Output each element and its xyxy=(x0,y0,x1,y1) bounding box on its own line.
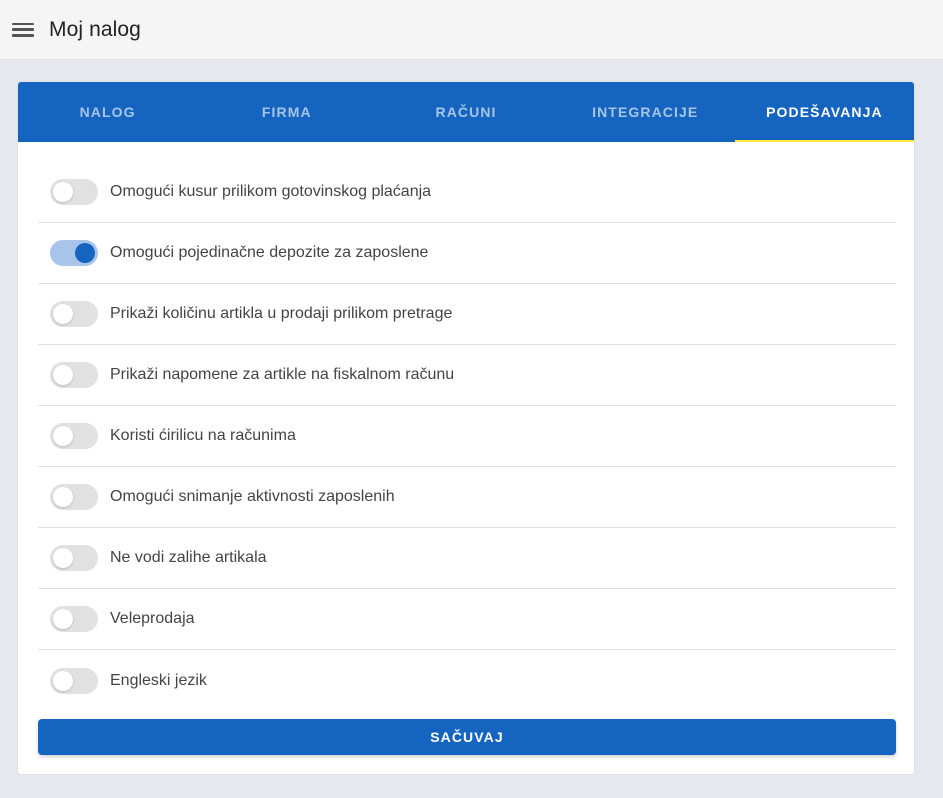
setting-label: Engleski jezik xyxy=(110,671,207,689)
toggle-knob xyxy=(53,365,73,385)
page-title: Moj nalog xyxy=(49,17,141,41)
toggle-switch[interactable] xyxy=(50,667,98,694)
setting-row: Prikaži količinu artikla u prodaji prili… xyxy=(38,284,896,345)
setting-row: Engleski jezik xyxy=(38,650,896,711)
tab-bar: NALOG FIRMA RAČUNI INTEGRACIJE PODEŠAVAN… xyxy=(18,82,914,142)
setting-row: Ne vodi zalihe artikala xyxy=(38,528,896,589)
toggle-knob xyxy=(53,548,73,568)
setting-label: Ne vodi zalihe artikala xyxy=(110,549,267,566)
account-card: NALOG FIRMA RAČUNI INTEGRACIJE PODEŠAVAN… xyxy=(17,81,915,775)
setting-label: Omogući snimanje aktivnosti zaposlenih xyxy=(110,488,395,505)
setting-label: Omogući pojedinačne depozite za zaposlen… xyxy=(110,244,429,261)
setting-row: Prikaži napomene za artikle na fiskalnom… xyxy=(38,345,896,406)
setting-row: Omogući kusur prilikom gotovinskog plaća… xyxy=(38,162,896,223)
toggle-knob xyxy=(53,182,73,202)
toggle-knob xyxy=(53,670,73,691)
toggle-switch[interactable] xyxy=(50,301,98,327)
toggle-switch[interactable] xyxy=(50,179,98,205)
setting-row: Koristi ćirilicu na računima xyxy=(38,406,896,467)
toggle-knob xyxy=(53,304,73,324)
tab-firma[interactable]: FIRMA xyxy=(197,82,376,142)
setting-label: Koristi ćirilicu na računima xyxy=(110,427,296,444)
toggle-knob xyxy=(53,426,73,446)
setting-label: Omogući kusur prilikom gotovinskog plaća… xyxy=(110,183,432,200)
toggle-switch[interactable] xyxy=(50,362,98,388)
tab-racuni[interactable]: RAČUNI xyxy=(376,82,555,142)
tab-integracije[interactable]: INTEGRACIJE xyxy=(556,82,735,142)
toggle-switch[interactable] xyxy=(50,545,98,571)
setting-label: Prikaži napomene za artikle na fiskalnom… xyxy=(110,366,455,383)
toggle-knob xyxy=(53,609,73,629)
tab-podesavanja[interactable]: PODEŠAVANJA xyxy=(734,82,914,142)
toggle-switch[interactable] xyxy=(50,240,98,266)
toggle-switch[interactable] xyxy=(50,484,98,510)
setting-row: Veleprodaja xyxy=(38,589,896,650)
setting-label: Prikaži količinu artikla u prodaji prili… xyxy=(110,305,453,322)
setting-row: Omogući pojedinačne depozite za zaposlen… xyxy=(38,223,896,284)
toggle-knob xyxy=(75,243,95,263)
tab-nalog[interactable]: NALOG xyxy=(18,82,197,142)
save-button[interactable]: SAČUVAJ xyxy=(38,719,896,755)
hamburger-menu-icon[interactable] xyxy=(12,21,34,39)
app-header: Moj nalog xyxy=(0,0,943,60)
settings-list: Omogući kusur prilikom gotovinskog plaća… xyxy=(38,162,896,711)
toggle-switch[interactable] xyxy=(50,606,98,632)
toggle-knob xyxy=(53,487,73,507)
toggle-switch[interactable] xyxy=(50,423,98,449)
setting-row: Omogući snimanje aktivnosti zaposlenih xyxy=(38,467,896,528)
setting-label: Veleprodaja xyxy=(110,610,195,627)
